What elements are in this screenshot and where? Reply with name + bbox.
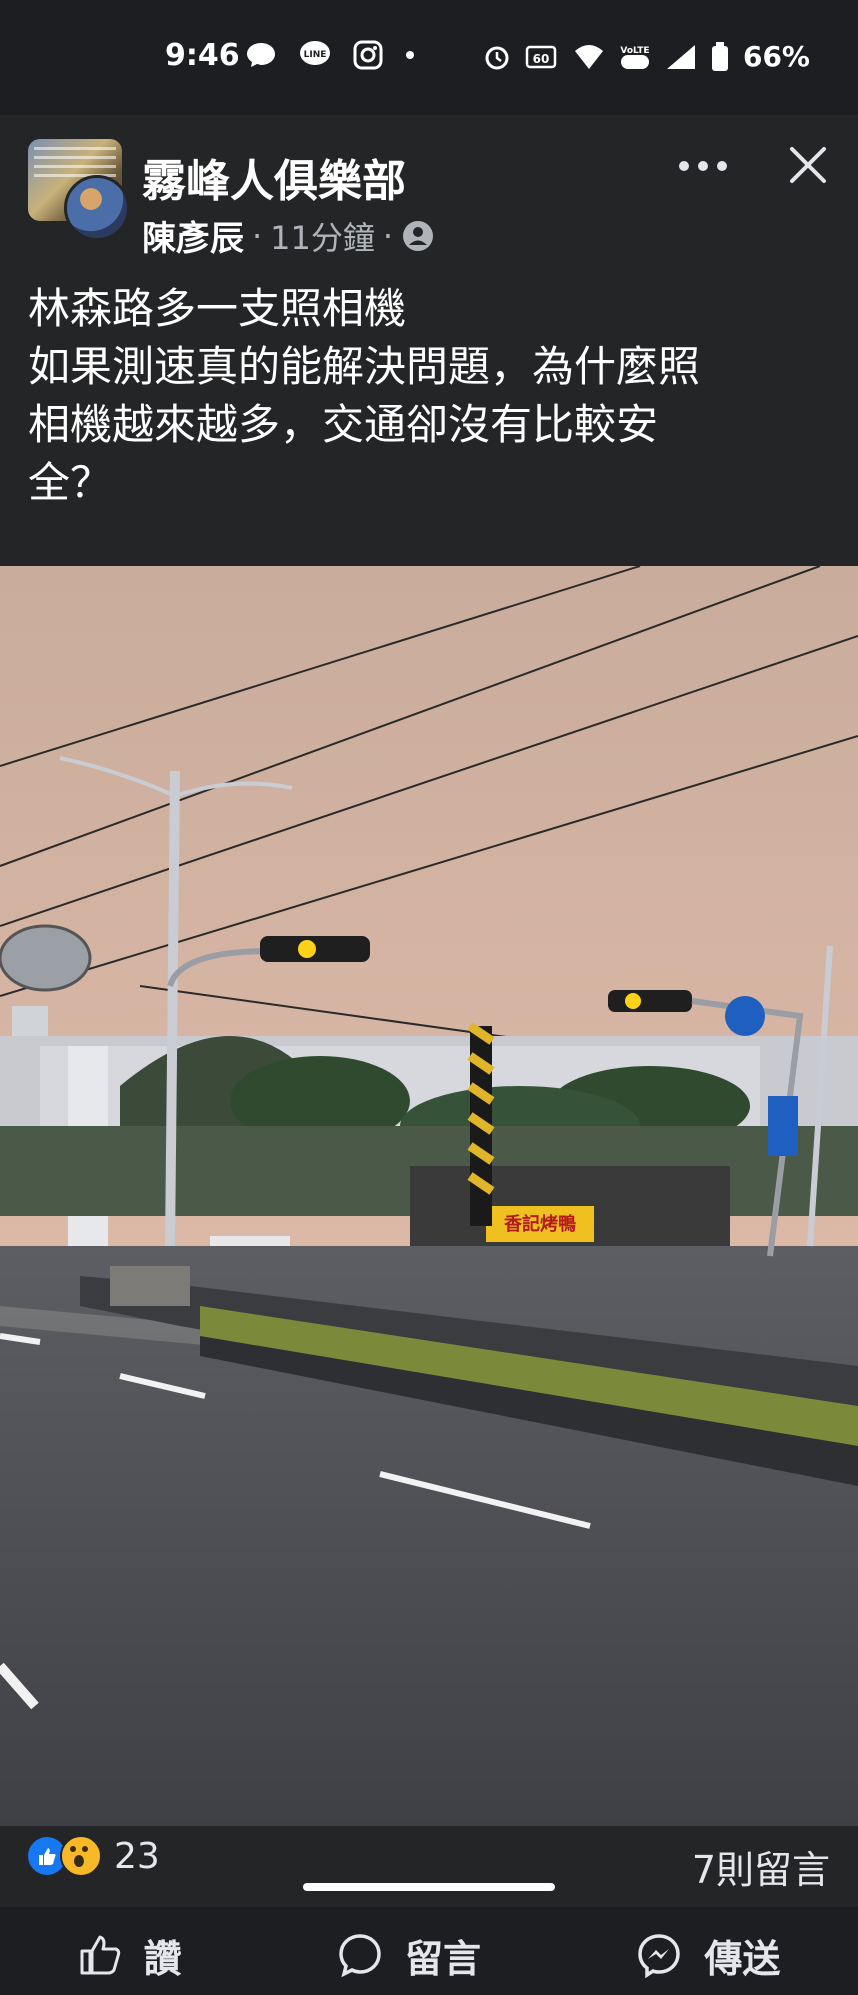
home-indicator[interactable] [303,1883,555,1891]
close-button[interactable] [778,135,838,195]
like-button[interactable]: 讚 [78,1928,182,1983]
post-actions: 讚 留言 傳送 [0,1915,858,1995]
meta-separator: · [252,216,263,255]
comment-button[interactable]: 留言 [337,1928,481,1983]
alarm-icon [485,46,509,69]
svg-text:VoLTE: VoLTE [620,46,649,56]
meta-separator-2: · [382,216,394,255]
share-label: 傳送 [704,1936,781,1981]
battery-percent: 66% [742,40,810,73]
comment-label: 留言 [404,1936,481,1981]
photo-sign-text: 香記烤鴨 [503,1213,576,1235]
author-name[interactable]: 陳彥辰 [142,211,244,260]
messenger-icon [638,1934,681,1978]
status-icons-right: 60 VoLTE 66% [483,40,810,73]
post-meta: 陳彥辰 · 11分鐘 · [142,211,435,260]
dot-icon [406,51,414,59]
more-options-button[interactable] [673,141,733,191]
post-card: 霧峰人俱樂部 陳彥辰 · 11分鐘 · 林森路多一支照相機 如果測速真的能解決問… [0,115,858,1981]
instagram-icon [353,40,383,70]
close-icon [790,147,826,183]
60hz-icon: 60 [525,45,557,68]
battery-icon [711,41,728,71]
svg-text:LINE: LINE [304,50,327,60]
post-photo[interactable]: 香記烤鴨 04-2332-4416 [0,566,858,1826]
thumbs-up-icon [80,1935,120,1975]
status-icons-left: LINE [245,40,415,70]
comment-icon [339,1934,381,1978]
line-icon: LINE [300,41,330,65]
like-label: 讚 [143,1936,182,1981]
chat-icon [247,43,275,67]
post-text: 林森路多一支照相機 如果測速真的能解決問題，為什麼照 相機越來越多，交通卻沒有比… [28,284,701,507]
reaction-count: 23 [114,1835,160,1877]
status-time: 9:46 [165,38,240,73]
group-name[interactable]: 霧峰人俱樂部 [142,145,406,209]
signal-icon [666,44,695,69]
author-avatar[interactable] [64,175,130,241]
share-button[interactable]: 傳送 [636,1928,780,1983]
post-header: 霧峰人俱樂部 陳彥辰 · 11分鐘 · [0,115,858,265]
reactions-summary[interactable]: 23 [28,1835,160,1877]
comments-count[interactable]: 7則留言 [692,1839,830,1894]
members-privacy-icon [403,220,434,251]
more-icon [679,161,727,171]
post-time[interactable]: 11分鐘 [270,213,375,259]
wifi-icon [574,44,603,69]
status-bar: 9:46 LINE 60 VoLTE 66% [0,0,858,106]
volte-icon: VoLTE [620,46,650,69]
svg-text:60: 60 [533,52,550,66]
wow-reaction-icon [60,1835,102,1877]
